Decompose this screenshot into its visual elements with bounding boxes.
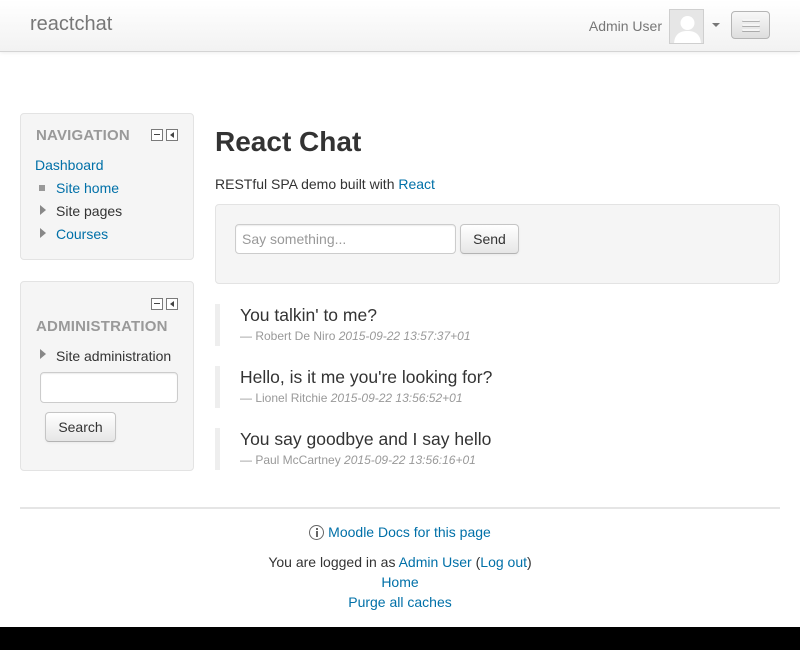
user-avatar-icon[interactable] [669, 8, 704, 44]
block-controls [151, 129, 178, 141]
navigation-block-title: NAVIGATION [36, 127, 130, 144]
react-link[interactable]: React [398, 176, 435, 192]
open-paren: ( [471, 554, 481, 570]
administration-block: ADMINISTRATION Site administration Searc… [20, 281, 194, 471]
logged-in-user-link[interactable]: Admin User [399, 554, 472, 570]
message-meta: — Lionel Ritchie 2015-09-22 13:56:52+01 [240, 391, 463, 405]
message-text: Hello, is it me you're looking for? [240, 367, 493, 387]
intro-text-label: RESTful SPA demo built with [215, 176, 399, 192]
expand-arrow-icon[interactable] [40, 349, 46, 359]
block-dock-icon[interactable] [166, 298, 178, 310]
user-name[interactable]: Admin User [589, 18, 662, 34]
logout-link[interactable]: Log out [480, 554, 527, 570]
info-icon [309, 525, 325, 540]
close-paren: ) [527, 554, 532, 570]
admin-item-site-administration[interactable]: Site administration [56, 348, 171, 364]
menu-toggle-bar [741, 24, 760, 26]
send-button[interactable]: Send [460, 224, 519, 254]
message-item: Hello, is it me you're looking for? — Li… [215, 366, 780, 408]
message-meta: — Paul McCartney 2015-09-22 13:56:16+01 [240, 453, 476, 467]
message-time: 2015-09-22 13:56:16+01 [344, 453, 476, 467]
logged-in-label: You are logged in as [268, 554, 399, 570]
brand-link[interactable]: reactchat [30, 13, 112, 36]
nav-item-courses[interactable]: Courses [56, 226, 108, 242]
message-author: — Robert De Niro [240, 329, 336, 343]
navigation-block: NAVIGATION Dashboard Site home Site page… [20, 113, 194, 260]
menu-toggle-bar [741, 29, 760, 31]
caret-down-icon[interactable] [712, 23, 720, 27]
menu-toggle-bar [741, 19, 760, 21]
message-author: — Lionel Ritchie [240, 391, 328, 405]
home-link[interactable]: Home [381, 574, 418, 590]
user-menu[interactable]: Admin User [589, 8, 720, 44]
message-item: You talkin' to me? — Robert De Niro 2015… [215, 304, 780, 346]
expand-arrow-icon[interactable] [40, 205, 46, 215]
footer-divider [20, 507, 780, 509]
square-bullet-icon [39, 185, 45, 191]
administration-block-title: ADMINISTRATION [36, 318, 168, 335]
chat-message-input[interactable] [235, 224, 456, 254]
message-item: You say goodbye and I say hello — Paul M… [215, 428, 780, 470]
chat-form: Send [215, 204, 780, 284]
navbar: reactchat Admin User [0, 0, 800, 52]
block-controls [151, 298, 178, 310]
page: reactchat Admin User NAVIGATION Dashboar… [0, 0, 800, 627]
menu-toggle-button[interactable] [731, 11, 770, 39]
moodle-docs-link[interactable]: Moodle Docs for this page [328, 524, 491, 540]
block-minimize-icon[interactable] [151, 298, 163, 310]
docs-line: Moodle Docs for this page [0, 524, 800, 540]
purge-caches-link[interactable]: Purge all caches [348, 594, 452, 610]
message-meta: — Robert De Niro 2015-09-22 13:57:37+01 [240, 329, 471, 343]
page-title: React Chat [215, 126, 362, 157]
admin-search-input[interactable] [40, 372, 178, 403]
login-info: You are logged in as Admin User (Log out… [0, 554, 800, 570]
nav-item-site-home[interactable]: Site home [56, 180, 119, 196]
message-text: You talkin' to me? [240, 305, 377, 325]
nav-item-site-pages[interactable]: Site pages [56, 203, 122, 219]
avatar-silhouette [670, 9, 703, 43]
block-minimize-icon[interactable] [151, 129, 163, 141]
message-text: You say goodbye and I say hello [240, 429, 492, 449]
purge-line: Purge all caches [0, 594, 800, 610]
intro-text: RESTful SPA demo built with React [215, 176, 435, 192]
expand-arrow-icon[interactable] [40, 228, 46, 238]
message-time: 2015-09-22 13:57:37+01 [338, 329, 471, 343]
nav-item-dashboard[interactable]: Dashboard [35, 157, 104, 173]
message-author: — Paul McCartney [240, 453, 341, 467]
admin-search-button[interactable]: Search [45, 412, 116, 442]
home-line: Home [0, 574, 800, 590]
message-time: 2015-09-22 13:56:52+01 [330, 391, 463, 405]
block-dock-icon[interactable] [166, 129, 178, 141]
